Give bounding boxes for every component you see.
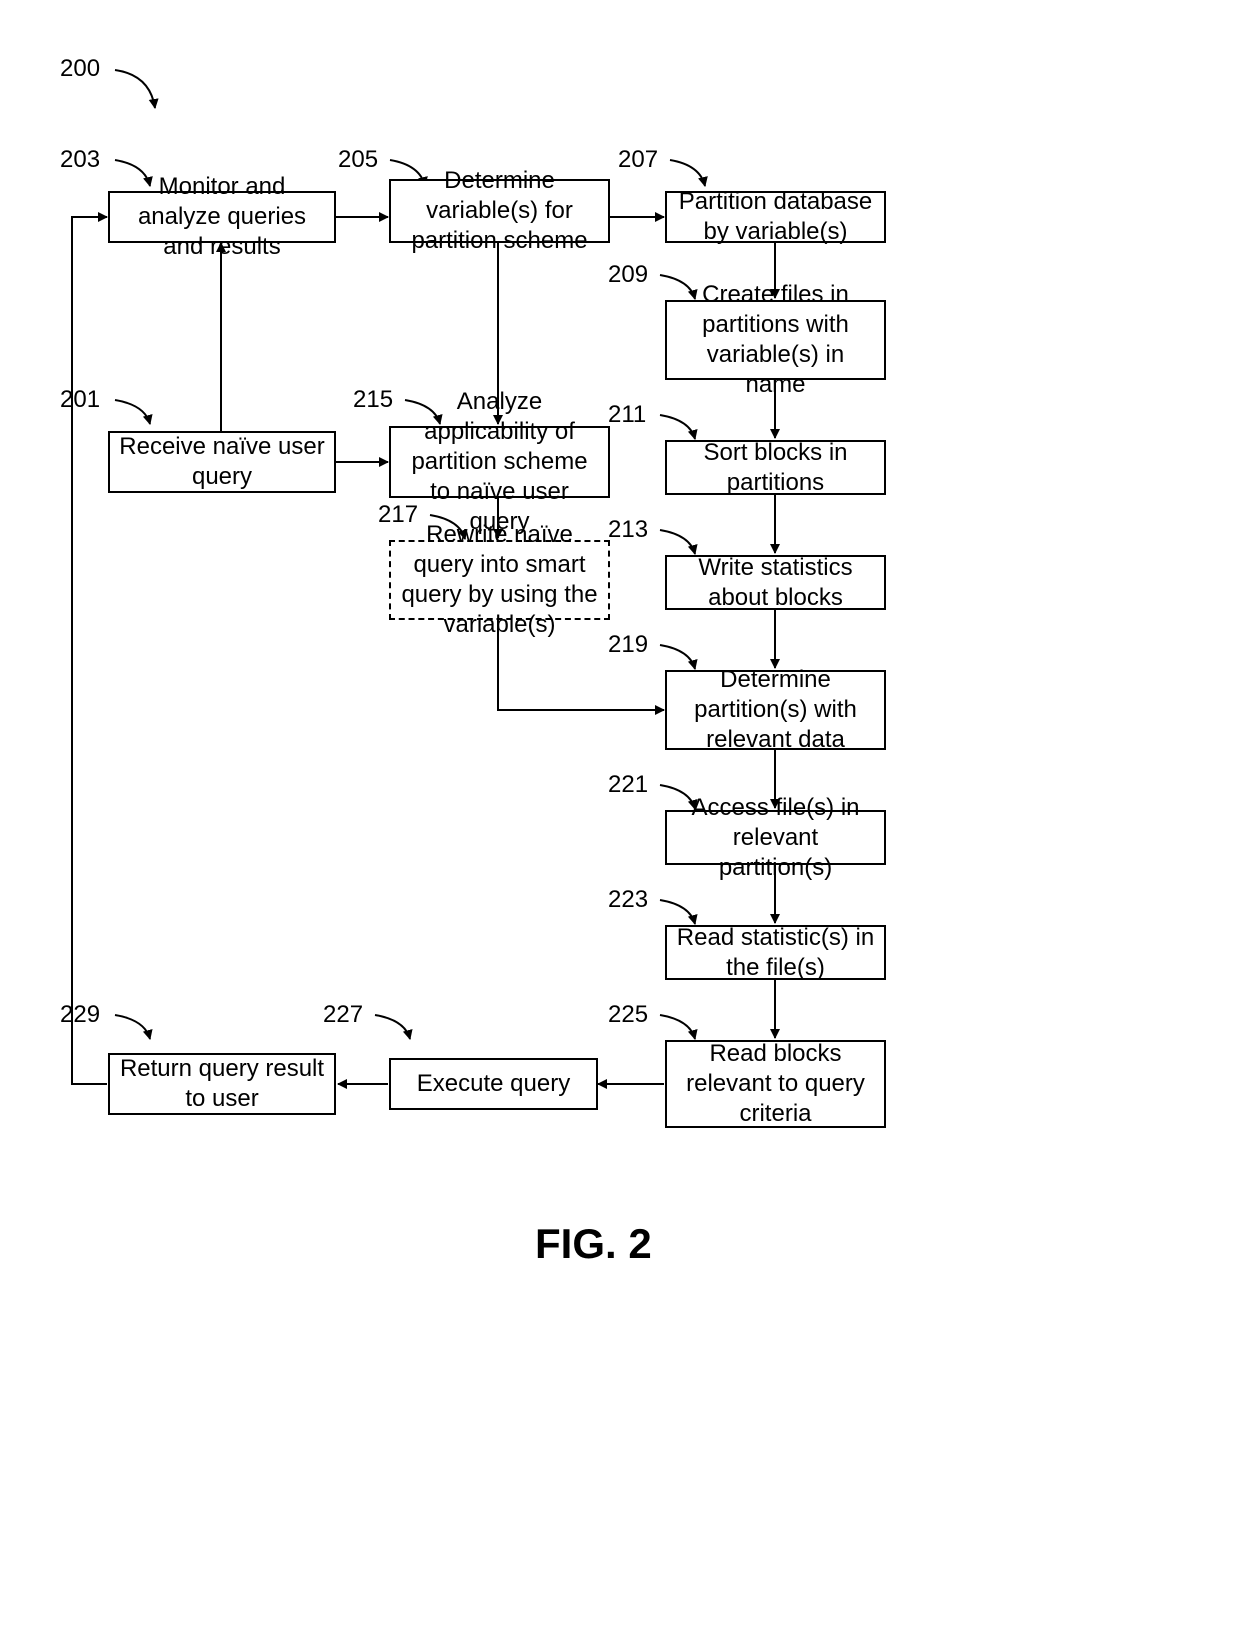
node-text: Rewrite naïve query into smart query by …	[399, 520, 600, 640]
ref-label-219: 219	[608, 631, 648, 659]
ref-label-203: 203	[60, 146, 100, 174]
ref-label-207: 207	[618, 146, 658, 174]
ref-label-229: 229	[60, 1001, 100, 1029]
node-text: Determine partition(s) with relevant dat…	[675, 665, 876, 755]
node-text: Return query result to user	[118, 1054, 326, 1114]
node-read-blocks: Read blocks relevant to query criteria	[665, 1040, 886, 1128]
node-text: Analyze applicability of partition schem…	[399, 387, 600, 537]
node-create-files: Create files in partitions with variable…	[665, 300, 886, 380]
ref-label-221: 221	[608, 771, 648, 799]
node-receive-query: Receive naïve user query	[108, 431, 336, 493]
node-access-files: Access file(s) in relevant partition(s)	[665, 810, 886, 865]
node-analyze-applicability: Analyze applicability of partition schem…	[389, 426, 610, 498]
ref-label-223: 223	[608, 886, 648, 914]
node-text: Execute query	[417, 1069, 570, 1099]
node-partition-db: Partition database by variable(s)	[665, 191, 886, 243]
node-text: Read blocks relevant to query criteria	[675, 1039, 876, 1129]
ref-label-227: 227	[323, 1001, 363, 1029]
figure-caption: FIG. 2	[535, 1220, 652, 1268]
ref-label-225: 225	[608, 1001, 648, 1029]
node-monitor-analyze: Monitor and analyze queries and results	[108, 191, 336, 243]
ref-label-209: 209	[608, 261, 648, 289]
node-text: Receive naïve user query	[118, 432, 326, 492]
ref-label-205: 205	[338, 146, 378, 174]
node-return-result: Return query result to user	[108, 1053, 336, 1115]
figure-ref-label: 200	[60, 55, 100, 83]
node-text: Create files in partitions with variable…	[675, 280, 876, 400]
ref-label-213: 213	[608, 516, 648, 544]
node-execute-query: Execute query	[389, 1058, 598, 1110]
node-read-stats: Read statistic(s) in the file(s)	[665, 925, 886, 980]
node-determine-variables: Determine variable(s) for partition sche…	[389, 179, 610, 243]
node-sort-blocks: Sort blocks in partitions	[665, 440, 886, 495]
node-text: Determine variable(s) for partition sche…	[399, 166, 600, 256]
node-text: Sort blocks in partitions	[675, 438, 876, 498]
node-text: Access file(s) in relevant partition(s)	[675, 793, 876, 883]
node-text: Write statistics about blocks	[675, 553, 876, 613]
node-write-stats: Write statistics about blocks	[665, 555, 886, 610]
node-rewrite-query: Rewrite naïve query into smart query by …	[389, 540, 610, 620]
ref-label-201: 201	[60, 386, 100, 414]
ref-label-211: 211	[608, 401, 646, 429]
ref-label-215: 215	[353, 386, 393, 414]
node-determine-partitions: Determine partition(s) with relevant dat…	[665, 670, 886, 750]
node-text: Read statistic(s) in the file(s)	[675, 923, 876, 983]
node-text: Partition database by variable(s)	[675, 187, 876, 247]
node-text: Monitor and analyze queries and results	[118, 172, 326, 262]
